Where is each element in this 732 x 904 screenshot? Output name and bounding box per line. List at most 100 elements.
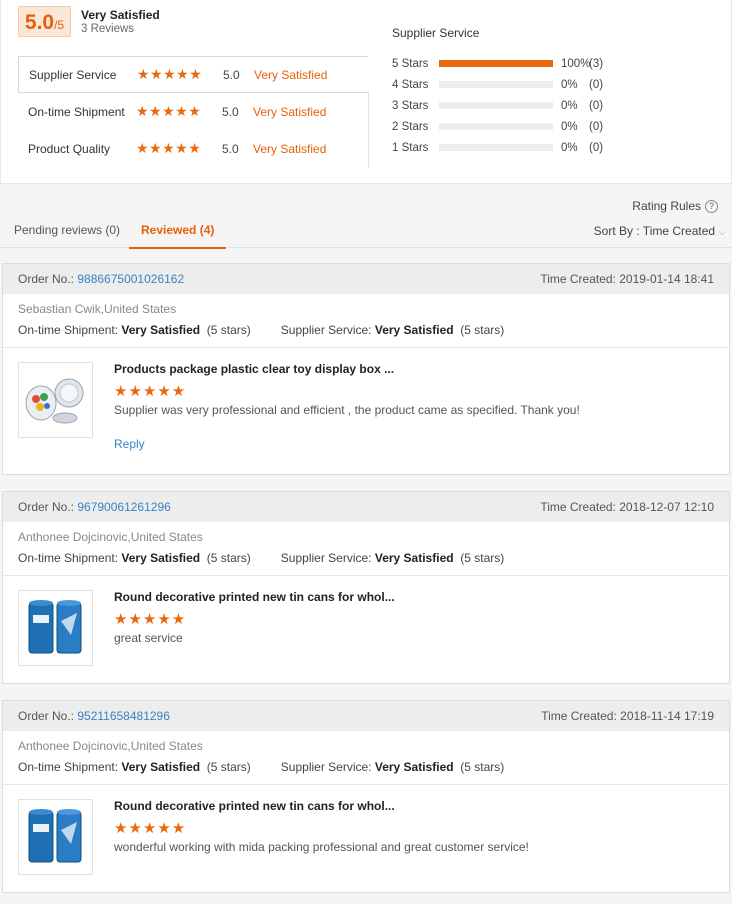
distribution-count: (3) xyxy=(589,57,604,70)
distribution-percent: 0% xyxy=(561,141,578,154)
product-thumbnail[interactable] xyxy=(18,799,93,875)
ontime-label: On-time Shipment: xyxy=(18,551,119,565)
distribution-bar xyxy=(439,60,553,67)
review-body: Products package plastic clear toy displ… xyxy=(3,348,729,463)
metric-desc: Very Satisfied xyxy=(253,104,327,119)
distribution-label: 2 Stars xyxy=(392,120,429,133)
review-ratings: On-time Shipment: Very Satisfied (5 star… xyxy=(18,760,714,774)
divider xyxy=(368,92,369,168)
product-title[interactable]: Products package plastic clear toy displ… xyxy=(114,362,714,376)
metric-ontime-shipment: On-time Shipment ★★★★★ 5.0 Very Satisfie… xyxy=(18,93,368,130)
supplier-label: Supplier Service: xyxy=(280,551,372,565)
distribution-count: (0) xyxy=(589,120,604,133)
review-stars: ★★★★★ xyxy=(114,383,187,400)
distribution-row: 3 Stars 0% (0) xyxy=(392,95,722,116)
ontime-stars: (5 stars) xyxy=(206,760,251,774)
ontime-stars: (5 stars) xyxy=(206,323,251,337)
clear-container-thumbnail-icon xyxy=(25,378,84,424)
metric-label: On-time Shipment xyxy=(28,104,125,119)
ontime-value: Very Satisfied xyxy=(121,323,201,337)
buyer-name: Anthonee Dojcinovic,United States xyxy=(18,530,203,544)
blue-tin-can-thumbnail-icon xyxy=(28,809,82,863)
product-thumbnail[interactable] xyxy=(18,590,93,666)
review-ratings: On-time Shipment: Very Satisfied (5 star… xyxy=(18,323,714,337)
rating-summary-panel: 5.0/5 Very Satisfied 3 Reviews Supplier … xyxy=(0,0,732,184)
review-comment: wonderful working with mida packing prof… xyxy=(114,840,529,854)
distribution-bar xyxy=(439,81,553,88)
tab-reviewed[interactable]: Reviewed (4) xyxy=(129,223,227,249)
distribution-label: 3 Stars xyxy=(392,99,429,112)
ontime-label: On-time Shipment: xyxy=(18,760,119,774)
metric-desc: Very Satisfied xyxy=(253,141,327,156)
review-comment: great service xyxy=(114,631,183,645)
time-created-value: 2018-12-07 12:10 xyxy=(619,500,714,514)
ontime-value: Very Satisfied xyxy=(121,760,201,774)
distribution-bar xyxy=(439,102,553,109)
review-info: Anthonee Dojcinovic,United States On-tim… xyxy=(3,731,729,785)
review-header: Order No.: 9886675001026162 Time Created… xyxy=(3,264,729,294)
metric-label: Product Quality xyxy=(28,141,111,156)
distribution-percent: 100% xyxy=(561,57,591,70)
review-header: Order No.: 95211658481296 Time Created: … xyxy=(3,701,729,731)
metric-supplier-service: Supplier Service ★★★★★ 5.0 Very Satisfie… xyxy=(18,56,368,93)
time-created-value: 2019-01-14 18:41 xyxy=(619,272,714,286)
supplier-value: Very Satisfied xyxy=(374,760,454,774)
sort-by-dropdown[interactable]: Sort By : Time Created ⌵ xyxy=(594,224,726,238)
supplier-label: Supplier Service: xyxy=(280,760,372,774)
distribution-count: (0) xyxy=(589,141,604,154)
distribution-row: 2 Stars 0% (0) xyxy=(392,116,722,137)
metric-stars: ★★★★★ xyxy=(136,103,202,119)
metric-value: 5.0 xyxy=(222,104,239,119)
buyer-name: Sebastian Cwik,United States xyxy=(18,302,177,316)
metrics-list: Supplier Service ★★★★★ 5.0 Very Satisfie… xyxy=(18,56,368,167)
star-distribution: Supplier Service 5 Stars 100% (3) 4 Star… xyxy=(392,26,722,158)
metric-stars: ★★★★★ xyxy=(136,140,202,156)
distribution-label: 1 Stars xyxy=(392,141,429,154)
reply-link[interactable]: Reply xyxy=(114,437,714,451)
distribution-percent: 0% xyxy=(561,120,578,133)
metric-value: 5.0 xyxy=(222,141,239,156)
review-stars: ★★★★★ xyxy=(114,820,187,837)
review-ratings: On-time Shipment: Very Satisfied (5 star… xyxy=(18,551,714,565)
ontime-value: Very Satisfied xyxy=(121,551,201,565)
distribution-row: 4 Stars 0% (0) xyxy=(392,74,722,95)
rating-rules-link[interactable]: Rating Rules ? xyxy=(632,199,718,213)
tab-pending-reviews[interactable]: Pending reviews (0) xyxy=(14,223,120,249)
overall-score-badge: 5.0/5 xyxy=(18,6,71,37)
product-title[interactable]: Round decorative printed new tin cans fo… xyxy=(114,799,714,813)
ontime-label: On-time Shipment: xyxy=(18,323,119,337)
chevron-down-icon: ⌵ xyxy=(718,227,726,238)
distribution-label: 5 Stars xyxy=(392,57,429,70)
review-info: Anthonee Dojcinovic,United States On-tim… xyxy=(3,522,729,576)
order-no-label: Order No.: xyxy=(18,272,75,286)
order-number-link[interactable]: 96790061261296 xyxy=(77,500,170,514)
help-icon[interactable]: ? xyxy=(705,199,718,213)
supplier-value: Very Satisfied xyxy=(374,323,454,337)
distribution-bar-fill xyxy=(439,60,553,67)
supplier-stars: (5 stars) xyxy=(460,551,505,565)
rating-rules-label: Rating Rules xyxy=(632,199,701,213)
review-info: Sebastian Cwik,United States On-time Shi… xyxy=(3,294,729,348)
product-thumbnail[interactable] xyxy=(18,362,93,438)
distribution-bar xyxy=(439,144,553,151)
review-comment: Supplier was very professional and effic… xyxy=(114,403,580,417)
order-no-label: Order No.: xyxy=(18,709,75,723)
order-number-link[interactable]: 95211658481296 xyxy=(77,709,170,723)
distribution-row: 5 Stars 100% (3) xyxy=(392,53,722,74)
order-number-link[interactable]: 9886675001026162 xyxy=(77,272,184,286)
distribution-count: (0) xyxy=(589,99,604,112)
time-created-value: 2018-11-14 17:19 xyxy=(620,709,714,723)
supplier-value: Very Satisfied xyxy=(374,551,454,565)
overall-score-suffix: /5 xyxy=(54,18,65,32)
metric-stars: ★★★★★ xyxy=(137,66,203,82)
time-created-label: Time Created: xyxy=(541,709,617,723)
order-no-label: Order No.: xyxy=(18,500,75,514)
review-card: Order No.: 95211658481296 Time Created: … xyxy=(2,700,730,893)
product-title[interactable]: Round decorative printed new tin cans fo… xyxy=(114,590,714,604)
supplier-stars: (5 stars) xyxy=(460,760,505,774)
review-card: Order No.: 9886675001026162 Time Created… xyxy=(2,263,730,475)
time-created-label: Time Created: xyxy=(540,500,616,514)
ontime-stars: (5 stars) xyxy=(206,551,251,565)
reviews-count: 3 Reviews xyxy=(81,23,135,35)
distribution-label: 4 Stars xyxy=(392,78,429,91)
